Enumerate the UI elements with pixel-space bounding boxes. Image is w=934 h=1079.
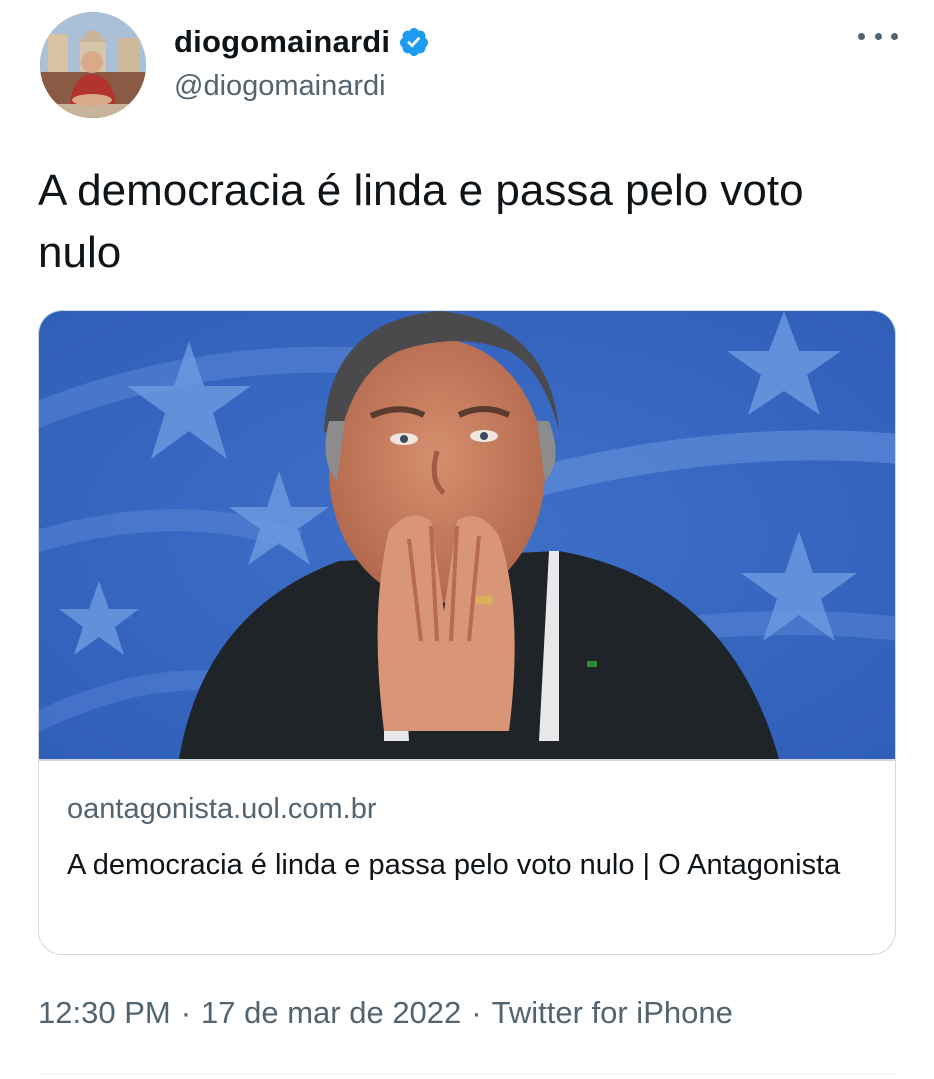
display-name[interactable]: diogomainardi <box>174 24 390 60</box>
tweet-time[interactable]: 12:30 PM <box>38 995 171 1031</box>
tweet-date[interactable]: 17 de mar de 2022 <box>201 995 461 1031</box>
meta-separator: · <box>471 995 482 1030</box>
more-options-icon[interactable] <box>858 24 898 48</box>
link-card-photo <box>39 311 895 759</box>
avatar[interactable] <box>40 12 146 118</box>
link-card-image[interactable] <box>39 311 895 759</box>
avatar-image <box>40 12 146 118</box>
verified-badge-icon <box>400 28 429 56</box>
handle[interactable]: @diogomainardi <box>174 70 430 103</box>
more-dot <box>891 32 898 40</box>
more-dot <box>858 32 865 40</box>
card-divider <box>39 759 895 761</box>
more-dot <box>874 32 882 40</box>
divider <box>38 1074 898 1075</box>
link-card-title: A democracia é linda e passa pelo voto n… <box>67 849 841 881</box>
meta-separator: · <box>180 995 192 1030</box>
link-card[interactable]: oantagonista.uol.com.br A democracia é l… <box>38 310 896 955</box>
tweet-header: diogomainardi @diogomainardi <box>38 10 898 120</box>
link-card-domain: oantagonista.uol.com.br <box>67 793 377 825</box>
tweet-meta: 12:30 PM · 17 de mar de 2022 · Twitter f… <box>38 995 733 1031</box>
tweet-source[interactable]: Twitter for iPhone <box>492 995 733 1031</box>
tweet-text: A democracia é linda e passa pelo voto n… <box>38 166 804 277</box>
